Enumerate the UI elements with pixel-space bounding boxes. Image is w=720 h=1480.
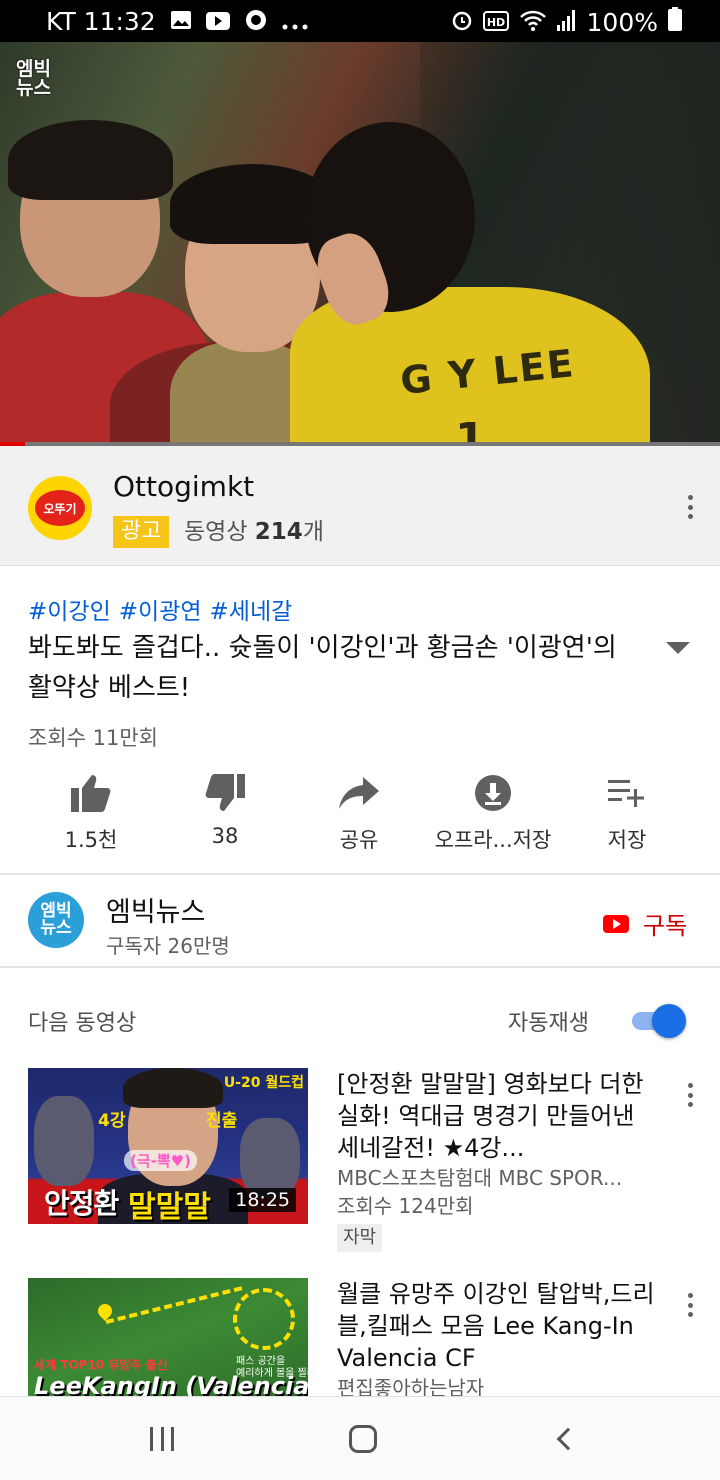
recents-icon[interactable] [150, 1427, 174, 1451]
more-icon [282, 7, 308, 36]
thumbs-up-icon [21, 766, 161, 820]
alarm-icon [451, 8, 473, 37]
share-label: 공유 [339, 828, 379, 852]
thumbnail-person-left [34, 1096, 94, 1186]
advertiser-video-count: 동영상 214개 [184, 516, 324, 548]
subscribe-label: 구독 [643, 912, 688, 940]
battery-icon [668, 7, 682, 37]
list-item[interactable]: 월클 유망주 이강인 탈압박,드리블,킬패스 모음 Lee Kang-In Va… [337, 1278, 657, 1396]
ad-banner[interactable] [0, 446, 720, 566]
action-bar: 1.5천 38 공유 오프라...저장 저장 [0, 766, 720, 872]
subscriber-count: 구독자 26만명 [106, 934, 230, 958]
notification-icon [244, 7, 268, 36]
youtube-icon [205, 7, 230, 36]
download-icon [423, 766, 563, 820]
hashtag-link[interactable]: #세네갈 [210, 599, 293, 625]
system-nav-bar [0, 1396, 720, 1480]
offline-save-label: 오프라...저장 [434, 828, 552, 852]
svg-text:HD: HD [486, 16, 504, 29]
wifi-icon [519, 8, 547, 37]
advertiser-logo[interactable]: 오뚜기 [28, 476, 92, 540]
thumbnail-caption-pink: (극-뽁♥) [124, 1150, 197, 1171]
video-duration: 18:25 [229, 1188, 296, 1212]
thumbnail-circle-highlight [233, 1288, 295, 1350]
playlist-add-icon [557, 766, 697, 820]
recommendation-views: 조회수 124만회 [337, 1194, 474, 1218]
autoplay-toggle-knob [652, 1004, 686, 1038]
signal-icon [556, 8, 577, 37]
back-icon[interactable] [556, 1427, 580, 1451]
thumbnail-tag: U-20 월드컵 [223, 1075, 304, 1091]
thumbs-down-icon [155, 766, 295, 820]
thumbnail-pass-line [105, 1286, 243, 1324]
thumbnail-hair [123, 1068, 223, 1108]
recommendation-title: [안정환 말말말] 영화보다 더한 실화! 역대급 명경기 만들어낸 세네갈전!… [337, 1070, 644, 1162]
dislike-count: 38 [211, 824, 239, 848]
recommendation-channel: 편집좋아하는남자 [337, 1376, 485, 1396]
thumbnail-title-yellow: 말말말 [128, 1190, 211, 1224]
hashtag-list: #이강인 #이광연 #세네갈 [28, 592, 300, 626]
youtube-logo-icon [603, 914, 629, 933]
hashtag-link[interactable]: #이광연 [119, 599, 202, 625]
dislike-button[interactable]: 38 [155, 766, 295, 848]
advertiser-logo-text: 오뚜기 [35, 490, 85, 526]
thumbnail-person-right [240, 1118, 300, 1198]
channel-name[interactable]: 엠빅뉴스 [106, 890, 205, 929]
thumbnail-title: LeeKangIn (Valencia) [34, 1372, 308, 1396]
home-icon[interactable] [349, 1425, 377, 1453]
thumbnail-caption-left: 4강 [98, 1111, 126, 1131]
divider [0, 966, 720, 968]
status-bar: KT 11:32 HD 100% [0, 0, 720, 42]
advertiser-name[interactable]: Ottogimkt [113, 470, 254, 503]
recommendation-channel: MBC스포츠탐험대 MBC SPOR... [337, 1166, 623, 1190]
video-watermark: 엠빅 뉴스 [16, 58, 51, 99]
up-next-label: 다음 동영상 [28, 1011, 137, 1036]
video-count-prefix: 동영상 [184, 519, 255, 545]
autoplay-toggle[interactable] [630, 1004, 688, 1038]
caption-badge: 자막 [337, 1224, 383, 1252]
thumbnail-title-white: 안정환 [44, 1187, 119, 1220]
image-icon [170, 7, 192, 36]
divider [0, 873, 720, 875]
thumbnail-red-caption: 세계 TOP10 유망주 출신 [34, 1358, 168, 1372]
view-count: 조회수 11만회 [28, 726, 158, 750]
expand-description-icon[interactable] [666, 642, 690, 654]
channel-avatar[interactable]: 엠빅 뉴스 [28, 892, 84, 948]
thumbnail-caption-right: 진출 [206, 1111, 238, 1131]
player-left-hair [8, 120, 173, 200]
ad-more-menu-icon[interactable] [678, 492, 702, 522]
share-button[interactable]: 공유 [289, 766, 429, 854]
ad-badge: 광고 [113, 516, 170, 548]
video-player[interactable]: G Y LEE 1 엠빅 뉴스 [0, 42, 720, 446]
video-count-suffix: 개 [302, 519, 324, 545]
recommendation-title: 월클 유망주 이강인 탈압박,드리블,킬패스 모음 Lee Kang-In Va… [337, 1280, 655, 1372]
save-button[interactable]: 저장 [557, 766, 697, 854]
video-title[interactable]: 봐도봐도 즐겁다.. 슛돌이 '이강인'과 황금손 '이광연'의 활약상 베스트… [28, 628, 628, 708]
autoplay-label: 자동재생 [508, 1011, 589, 1036]
video-thumbnail[interactable]: 패스 공간을 예리하게 볼을 찔러 세계 TOP10 유망주 출신 LeeKan… [28, 1278, 308, 1396]
like-button[interactable]: 1.5천 [21, 766, 161, 854]
share-icon [289, 766, 429, 820]
carrier-time: KT 11:32 [46, 7, 156, 36]
recommendation-more-icon[interactable] [678, 1290, 702, 1320]
hd-icon: HD [482, 8, 509, 37]
like-count: 1.5천 [64, 828, 118, 852]
subscribe-button[interactable]: 구독 [603, 906, 687, 941]
hashtag-link[interactable]: #이강인 [28, 599, 111, 625]
video-count-number: 214 [254, 519, 303, 545]
video-thumbnail[interactable]: U-20 월드컵 4강 진출 (극-뽁♥) 안정환 말말말 18:25 [28, 1068, 308, 1224]
battery-percent: 100% [586, 7, 658, 37]
recommendation-more-icon[interactable] [678, 1080, 702, 1110]
offline-save-button[interactable]: 오프라...저장 [423, 766, 563, 854]
save-label: 저장 [607, 828, 647, 852]
list-item[interactable]: [안정환 말말말] 영화보다 더한 실화! 역대급 명경기 만들어낸 세네갈전!… [337, 1068, 657, 1252]
